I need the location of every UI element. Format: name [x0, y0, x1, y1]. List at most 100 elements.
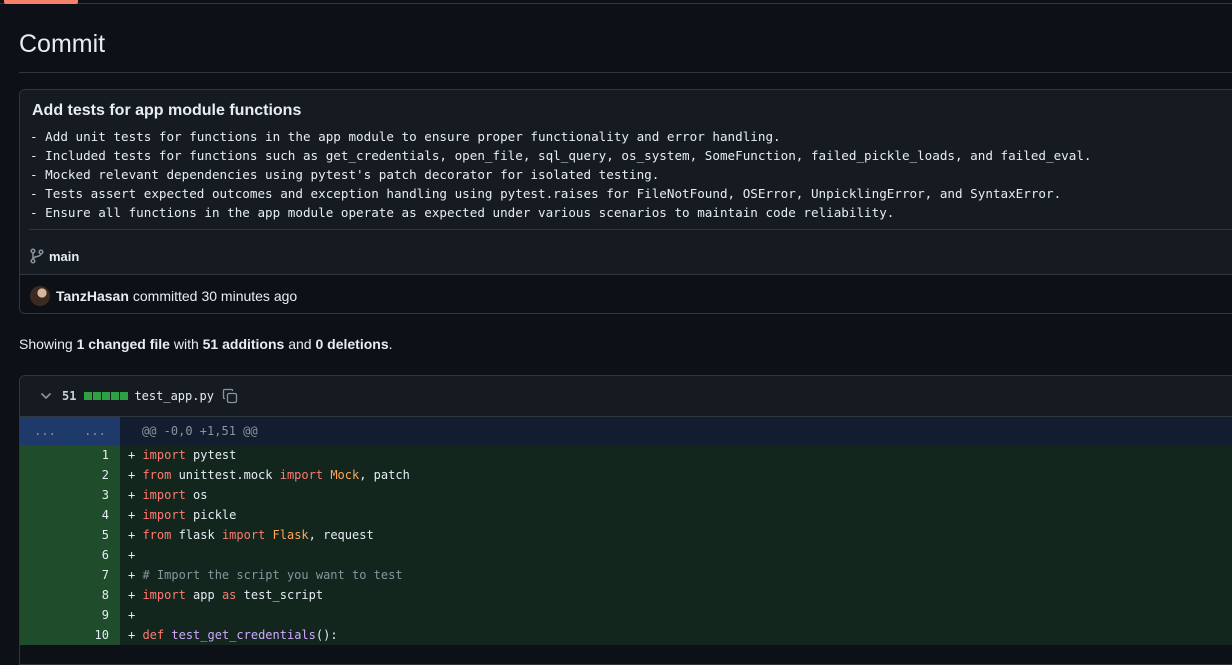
new-line-number[interactable]: 1 [70, 445, 120, 465]
diff-line: 3 + import os [20, 485, 1232, 505]
new-line-number[interactable]: 3 [70, 485, 120, 505]
file-header: 51 test_app.py [20, 376, 1232, 417]
old-line-number [20, 605, 70, 625]
commit-action: committed [132, 287, 198, 304]
code-token: as [221, 588, 237, 602]
code-token: Mock [330, 468, 360, 482]
expand-up-button[interactable]: ... [20, 417, 70, 445]
diff-line: 1 + import pytest [20, 445, 1232, 465]
old-line-number [20, 505, 70, 525]
branch-divider [29, 229, 1232, 230]
code-token: test_get_credentials [171, 628, 316, 642]
code-token: + [128, 588, 143, 602]
branch-link[interactable]: main [30, 248, 79, 264]
code-line: + from unittest.mock import Mock, patch [120, 465, 1232, 485]
code-token: os [185, 488, 208, 502]
new-line-number[interactable]: 4 [70, 505, 120, 525]
old-line-number [20, 565, 70, 585]
diff-line: 8 + import app as test_script [20, 585, 1232, 605]
commit-time[interactable]: 30 minutes ago [201, 288, 297, 304]
commit-body-line: - Ensure all functions in the app module… [30, 205, 895, 220]
code-token: import [279, 468, 324, 482]
commit-body-line: - Tests assert expected outcomes and exc… [30, 186, 1062, 201]
diff-line: 6 + [20, 545, 1232, 565]
code-token: import [142, 488, 186, 502]
diffstat-block [102, 392, 111, 400]
commit-meta: TanzHasan committed 30 minutes ago [20, 274, 1232, 313]
diff-lines: 1 + import pytest 2 + from unittest.mock im… [20, 445, 1232, 645]
old-line-number [20, 445, 70, 465]
additions-count: 51 additions [202, 336, 285, 352]
new-line-number[interactable]: 8 [70, 585, 120, 605]
changed-files-count[interactable]: 1 changed file [77, 336, 170, 352]
diff-line: 2 + from unittest.mock import Mock, patch [20, 465, 1232, 485]
old-line-number [20, 545, 70, 565]
code-token: app [185, 588, 222, 602]
diff-line: 5 + from flask import Flask, request [20, 525, 1232, 545]
old-line-number [20, 625, 70, 645]
new-line-number[interactable]: 10 [70, 625, 120, 645]
code-token: + [128, 568, 143, 582]
active-tab-indicator [4, 0, 78, 4]
code-token: + [128, 628, 143, 642]
new-line-number[interactable]: 7 [70, 565, 120, 585]
chevron-down-icon[interactable] [38, 388, 54, 404]
code-token: Flask [272, 528, 309, 542]
old-line-number [20, 465, 70, 485]
commit-header: Add tests for app module functions - Add… [20, 90, 1232, 274]
diffstat-block [93, 392, 102, 400]
code-token: + [128, 528, 143, 542]
code-line: + import app as test_script [120, 585, 1232, 605]
expand-down-button[interactable]: ... [70, 417, 120, 445]
diff-line: 9 + [20, 605, 1232, 625]
new-line-number[interactable]: 9 [70, 605, 120, 625]
author-link[interactable]: TanzHasan [56, 288, 129, 304]
commit-message-body: - Add unit tests for functions in the ap… [30, 127, 1092, 222]
code-token: (): [315, 628, 338, 642]
code-token: + [128, 448, 143, 462]
commit-body-line: - Add unit tests for functions in the ap… [30, 129, 781, 144]
summary-prefix: Showing [19, 336, 77, 352]
hunk-header: ... ... @@ -0,0 +1,51 @@ [20, 417, 1232, 445]
new-line-number[interactable]: 5 [70, 525, 120, 545]
new-line-number[interactable]: 2 [70, 465, 120, 485]
diff-line: 7 + # Import the script you want to test [20, 565, 1232, 585]
code-token: , request [308, 528, 374, 542]
code-line: + [120, 605, 1232, 625]
file-diff: 51 test_app.py ... ... @@ -0,0 +1,51 @@ … [19, 375, 1232, 665]
hunk-range: @@ -0,0 +1,51 @@ [142, 424, 258, 438]
code-token: from [142, 528, 172, 542]
page-title: Commit [19, 30, 106, 58]
code-token: + [128, 508, 143, 522]
code-token: import [142, 448, 186, 462]
deletions-count: 0 deletions [315, 336, 389, 352]
file-change-count: 51 [62, 389, 77, 403]
code-token: pytest [185, 448, 237, 462]
code-token: test_script [236, 588, 324, 602]
code-token: + [128, 548, 136, 562]
code-line: + def test_get_credentials(): [120, 625, 1232, 645]
file-name[interactable]: test_app.py [134, 389, 213, 403]
old-line-number [20, 585, 70, 605]
avatar[interactable] [30, 285, 50, 306]
code-line: + # Import the script you want to test [120, 565, 1232, 585]
code-token: # Import the script you want to test [142, 568, 403, 582]
title-divider [19, 72, 1232, 73]
diffstat-block [120, 392, 129, 400]
code-token: , patch [359, 468, 410, 482]
diff-line: 4 + import pickle [20, 505, 1232, 525]
commit-body-line: - Mocked relevant dependencies using pyt… [30, 167, 660, 182]
code-line: + from flask import Flask, request [120, 525, 1232, 545]
top-divider [0, 3, 1232, 4]
diffstat-block [111, 392, 120, 400]
commit-box: Add tests for app module functions - Add… [19, 89, 1232, 314]
code-token: import [142, 588, 186, 602]
branch-name: main [49, 248, 80, 264]
code-line: + [120, 545, 1232, 565]
new-line-number[interactable]: 6 [70, 545, 120, 565]
git-branch-icon [30, 248, 44, 264]
diffstat-bar [84, 392, 129, 400]
old-line-number [20, 485, 70, 505]
diff-line: 10 + def test_get_credentials(): [20, 625, 1232, 645]
copy-icon[interactable] [222, 388, 238, 404]
